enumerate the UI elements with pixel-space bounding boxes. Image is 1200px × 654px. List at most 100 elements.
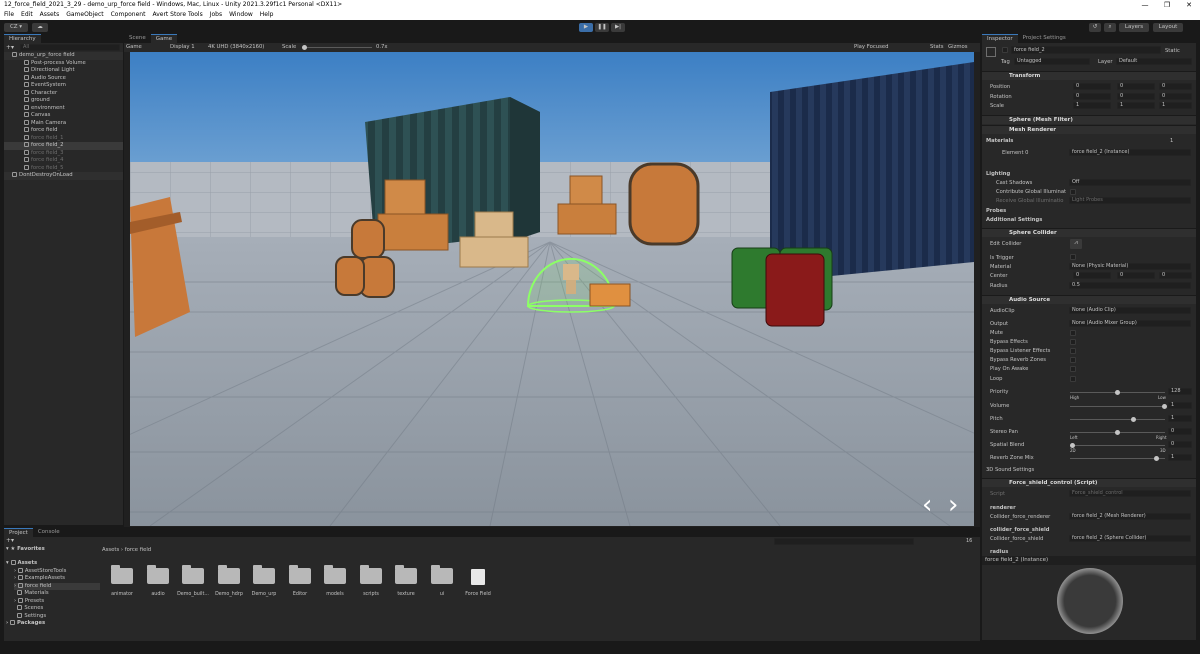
collider-force-renderer-field[interactable]: force field_2 (Mesh Renderer)	[1069, 513, 1191, 520]
project-search-input[interactable]	[774, 538, 914, 545]
tree-item[interactable]: › ExampleAssets	[14, 575, 100, 583]
script-header[interactable]: Force_shield_control (Script)	[982, 478, 1196, 487]
play-on-awake-checkbox[interactable]	[1070, 366, 1076, 372]
hierarchy-item[interactable]: force field_1	[4, 134, 123, 143]
hierarchy-item[interactable]: Main Camera	[4, 119, 123, 128]
cloud-icon[interactable]: ☁	[32, 23, 48, 32]
spatial-blend-value[interactable]: 0	[1168, 441, 1192, 448]
tab-inspector[interactable]: Inspector	[982, 34, 1018, 43]
folder-icon[interactable]	[360, 565, 382, 584]
layout-dropdown[interactable]: Layout	[1153, 23, 1183, 32]
menu-window[interactable]: Window	[229, 10, 253, 20]
stats-button[interactable]: Stats	[930, 43, 944, 52]
folder-icon[interactable]	[182, 565, 204, 584]
bypass-effects-checkbox[interactable]	[1070, 339, 1076, 345]
tree-item[interactable]: Settings	[14, 612, 100, 621]
account-button[interactable]: CZ ▾	[4, 23, 28, 32]
hierarchy-item[interactable]: Post-process Volume	[4, 59, 123, 68]
scale-x[interactable]: 1	[1073, 102, 1111, 109]
volume-slider[interactable]	[1070, 406, 1165, 407]
rotation-y[interactable]: 0	[1117, 93, 1155, 100]
priority-value[interactable]: 128	[1168, 388, 1192, 395]
preview-header[interactable]: force field_2 (Instance)	[982, 556, 1196, 565]
tab-project-settings[interactable]: Project Settings	[1017, 34, 1071, 43]
play-focused-dropdown[interactable]: Play Focused	[854, 43, 888, 52]
reverb-mix-knob[interactable]	[1154, 456, 1159, 461]
position-x[interactable]: 0	[1073, 83, 1111, 90]
gizmos-dropdown[interactable]: Gizmos	[948, 43, 968, 52]
lighting-label[interactable]: Lighting	[986, 171, 1010, 177]
menu-component[interactable]: Component	[111, 10, 146, 20]
tab-scene[interactable]: Scene	[124, 34, 151, 43]
tab-project[interactable]: Project	[4, 528, 33, 537]
menu-assets[interactable]: Assets	[40, 10, 60, 20]
favorites-label[interactable]: ▾ ★ Favorites	[6, 546, 100, 554]
project-add-icon[interactable]: +▾	[6, 537, 14, 544]
contribute-gi-checkbox[interactable]	[1070, 189, 1076, 195]
tab-hierarchy[interactable]: Hierarchy	[4, 34, 41, 43]
materials-label[interactable]: Materials	[986, 138, 1013, 144]
game-viewport[interactable]: ‹ ›	[130, 52, 974, 526]
assets-root[interactable]: ▾ Assets	[6, 560, 100, 568]
folder-icon[interactable]	[324, 565, 346, 584]
step-button[interactable]: ▶|	[611, 23, 625, 32]
scale-z[interactable]: 1	[1159, 102, 1192, 109]
menu-help[interactable]: Help	[260, 10, 274, 20]
hierarchy-item[interactable]: Character	[4, 89, 123, 98]
spatial-blend-slider[interactable]	[1070, 445, 1165, 446]
collider-force-shield-field[interactable]: force field_2 (Sphere Collider)	[1069, 535, 1191, 542]
audioclip-field[interactable]: None (Audio Clip)	[1069, 307, 1191, 314]
position-y[interactable]: 0	[1117, 83, 1155, 90]
audio-source-header[interactable]: Audio Source	[982, 295, 1196, 304]
probes-label[interactable]: Probes	[986, 208, 1006, 214]
folder-icon[interactable]	[218, 565, 240, 584]
tree-item[interactable]: Materials	[14, 590, 100, 598]
object-name-field[interactable]: force field_2	[1011, 46, 1161, 54]
stereo-pan-knob[interactable]	[1115, 430, 1120, 435]
nav-next-button[interactable]: ›	[948, 492, 958, 518]
minimize-button[interactable]: —	[1134, 0, 1156, 10]
scene-file-icon[interactable]	[471, 569, 485, 585]
reverb-mix-value[interactable]: 1	[1168, 454, 1192, 461]
center-x[interactable]: 0	[1073, 272, 1111, 279]
bypass-reverb-checkbox[interactable]	[1070, 357, 1076, 363]
display-dropdown[interactable]: Display 1	[170, 43, 195, 52]
maximize-button[interactable]: ❐	[1156, 0, 1178, 10]
receive-gi-dropdown[interactable]: Light Probes	[1069, 197, 1191, 204]
hierarchy-item[interactable]: environment	[4, 104, 123, 113]
physic-material-field[interactable]: None (Physic Material)	[1069, 263, 1191, 270]
mesh-filter-header[interactable]: Sphere (Mesh Filter)	[982, 115, 1196, 124]
hierarchy-scene-row[interactable]: demo_urp_force field	[4, 52, 123, 60]
is-trigger-checkbox[interactable]	[1070, 254, 1076, 260]
edit-collider-icon[interactable]: ⩘	[1070, 239, 1082, 249]
tab-console[interactable]: Console	[32, 528, 65, 537]
volume-knob[interactable]	[1162, 404, 1167, 409]
bypass-listener-checkbox[interactable]	[1070, 348, 1076, 354]
tree-item[interactable]: › AssetStoreTools	[14, 567, 100, 576]
material-preview[interactable]	[982, 565, 1196, 640]
packages-root[interactable]: › Packages	[6, 620, 100, 628]
tree-item-selected[interactable]: › force field	[14, 582, 100, 590]
close-button[interactable]: ✕	[1178, 0, 1200, 10]
priority-knob[interactable]	[1115, 390, 1120, 395]
game-mode-dropdown[interactable]: Game	[126, 43, 142, 52]
stereo-pan-value[interactable]: 0	[1168, 428, 1192, 435]
hierarchy-item[interactable]: EventSystem	[4, 82, 123, 90]
rotation-z[interactable]: 0	[1159, 93, 1192, 100]
layer-dropdown[interactable]: Default	[1116, 58, 1192, 65]
hierarchy-scene-row[interactable]: DontDestroyOnLoad	[4, 172, 123, 180]
hierarchy-item[interactable]: Directional Light	[4, 67, 123, 75]
rotation-x[interactable]: 0	[1073, 93, 1111, 100]
hierarchy-item[interactable]: force field_4	[4, 157, 123, 165]
pitch-knob[interactable]	[1131, 417, 1136, 422]
static-toggle[interactable]: Static	[1165, 48, 1180, 54]
menu-jobs[interactable]: Jobs	[210, 10, 222, 20]
nav-prev-button[interactable]: ‹	[922, 492, 932, 518]
reverb-mix-slider[interactable]	[1070, 458, 1165, 459]
add-icon[interactable]: +▾	[6, 44, 14, 51]
mute-checkbox[interactable]	[1070, 330, 1076, 336]
menu-file[interactable]: File	[4, 10, 14, 20]
scale-slider-knob[interactable]	[302, 45, 307, 50]
3d-sound-settings-label[interactable]: 3D Sound Settings	[986, 467, 1034, 473]
sphere-collider-header[interactable]: Sphere Collider	[982, 228, 1196, 237]
